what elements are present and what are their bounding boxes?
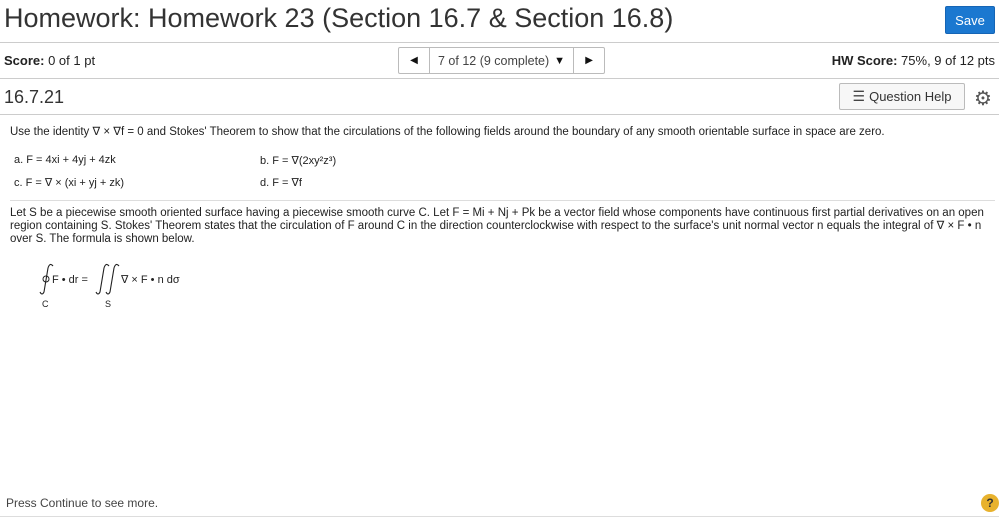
stokes-theorem-text: Let S be a piecewise smooth oriented sur…	[10, 207, 984, 245]
question-intro: Use the identity ∇ × ∇f = 0 and Stokes' …	[10, 126, 885, 138]
footer-divider	[0, 516, 999, 517]
arrow-left-icon: ◀	[410, 55, 418, 66]
save-button[interactable]: Save	[945, 6, 995, 34]
caret-down-icon: ▼	[554, 54, 566, 67]
score-value: 0 of 1 pt	[48, 53, 96, 68]
arrow-right-icon: ▶	[585, 55, 593, 66]
gear-icon[interactable]: ⚙	[974, 86, 992, 111]
hw-score: HW Score: 75%, 9 of 12 pts	[832, 53, 995, 68]
subscript-s: S	[105, 299, 111, 309]
page-title: Homework: Homework 23 (Section 16.7 & Se…	[4, 3, 674, 33]
question-navigator: ◀ 7 of 12 (9 complete) ▼ ▶	[398, 47, 606, 74]
integral-sign-icon	[95, 263, 110, 295]
score-label: Score:	[4, 53, 45, 68]
score: Score: 0 of 1 pt	[4, 53, 95, 68]
hw-score-label: HW Score:	[831, 53, 898, 68]
formula-graphic: F • dr = ∇ × F • n dσ C S	[39, 263, 180, 309]
choice-d: d. F = ∇f	[260, 177, 302, 189]
question-content: Use the identity ∇ × ∇f = 0 and Stokes' …	[10, 124, 995, 309]
question-help-label: Question Help	[869, 89, 952, 104]
list-icon: ☰	[852, 88, 866, 104]
question-help-button[interactable]: ☰ Question Help	[839, 83, 965, 110]
next-question-button[interactable]: ▶	[574, 48, 604, 73]
subscript-c: C	[42, 299, 49, 309]
previous-question-button[interactable]: ◀	[399, 48, 429, 73]
hw-score-value: 75%, 9 of 12 pts	[901, 53, 995, 68]
footer-text: Press Continue to see more.	[6, 496, 159, 510]
formula-right-text: ∇ × F • n dσ	[120, 274, 180, 286]
header: Homework: Homework 23 (Section 16.7 & Se…	[0, 0, 999, 43]
stokes-formula: F • dr = ∇ × F • n dσ C S	[30, 260, 230, 310]
integral-sign-icon	[105, 263, 120, 295]
choice-c: c. F = ∇ × (xi + yj + zk)	[14, 177, 125, 189]
choice-b: b. F = ∇(2xy²z³)	[260, 155, 337, 167]
question-number: 16.7.21	[4, 87, 65, 107]
divider	[10, 200, 995, 201]
question-select-dropdown[interactable]: 7 of 12 (9 complete) ▼	[429, 48, 575, 73]
question-position: 7 of 12 (9 complete)	[438, 53, 550, 68]
choice-a: a. F = 4xi + 4yj + 4zk	[14, 154, 116, 166]
question-bar: 16.7.21 ☰ Question Help	[0, 79, 999, 115]
score-bar: Score: 0 of 1 pt ◀ 7 of 12 (9 complete) …	[0, 42, 999, 79]
formula-left-text: F • dr =	[52, 274, 88, 286]
help-question-icon[interactable]: ?	[981, 494, 999, 512]
